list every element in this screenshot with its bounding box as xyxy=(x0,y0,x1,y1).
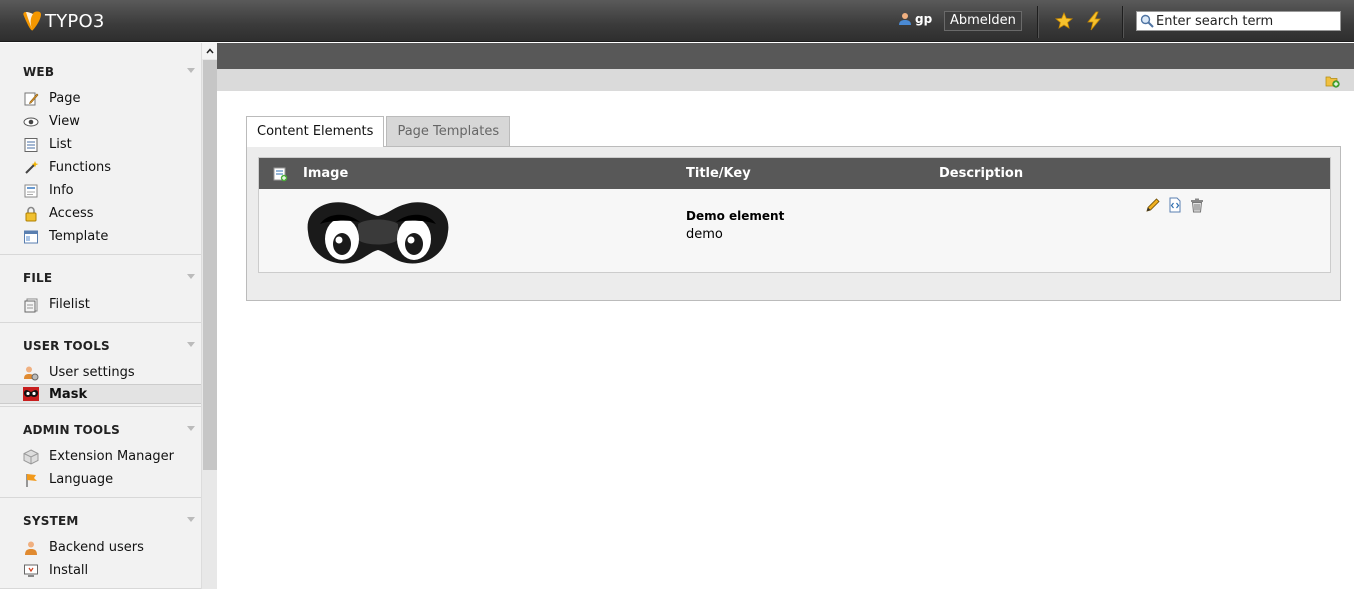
language-icon xyxy=(23,472,39,488)
menu-item-list[interactable]: List xyxy=(0,133,201,156)
module-menu: WEB Page View List Functions Info Access… xyxy=(0,43,201,589)
logo-text: TYPO3 xyxy=(45,10,105,32)
menu-group-system: SYSTEM Backend users Install xyxy=(0,498,201,589)
eye-icon xyxy=(23,114,39,130)
table-header: Image Title/Key Description xyxy=(259,158,1330,189)
menu-group-header[interactable]: SYSTEM xyxy=(0,498,201,536)
new-folder-icon[interactable] xyxy=(1325,74,1340,88)
username: gp xyxy=(915,12,933,26)
menu-item-install[interactable]: Install xyxy=(0,559,201,582)
list-icon xyxy=(23,137,39,153)
row-actions xyxy=(1145,197,1205,213)
menu-group-user-tools: USER TOOLS User settings Mask xyxy=(0,323,201,407)
scrollbar-thumb[interactable] xyxy=(203,60,217,470)
mask-icon xyxy=(23,386,39,402)
tab-panel: Image Title/Key Description Demo element… xyxy=(246,146,1341,301)
menu-item-access[interactable]: Access xyxy=(0,202,201,225)
menu-item-extension-manager[interactable]: Extension Manager xyxy=(0,445,201,468)
user-icon xyxy=(899,13,911,25)
collapse-arrow-icon[interactable] xyxy=(187,517,195,522)
menu-item-functions[interactable]: Functions xyxy=(0,156,201,179)
typo3-logo[interactable]: TYPO3 xyxy=(22,7,104,35)
wand-icon xyxy=(23,160,39,176)
menu-item-user-settings[interactable]: User settings xyxy=(0,361,201,384)
show-html-icon[interactable] xyxy=(1167,197,1183,213)
column-header-title-key: Title/Key xyxy=(686,166,751,181)
menu-group-header[interactable]: WEB xyxy=(0,43,201,87)
scroll-up-arrow-icon[interactable] xyxy=(202,43,218,59)
menu-group-header[interactable]: USER TOOLS xyxy=(0,323,201,361)
search-box[interactable] xyxy=(1136,11,1341,31)
collapse-arrow-icon[interactable] xyxy=(187,274,195,279)
user-menu[interactable]: gp xyxy=(898,12,932,26)
column-header-description: Description xyxy=(939,166,1024,181)
menu-group-header[interactable]: ADMIN TOOLS xyxy=(0,407,201,445)
toolbar-divider xyxy=(1122,6,1123,38)
template-icon xyxy=(23,229,39,245)
typo3-logo-icon xyxy=(23,11,41,31)
tab-page-templates[interactable]: Page Templates xyxy=(386,116,511,146)
tab-content-elements[interactable]: Content Elements xyxy=(246,116,385,147)
menu-item-language[interactable]: Language xyxy=(0,468,201,491)
doc-header xyxy=(217,43,1354,69)
menu-group-file: FILE Filelist xyxy=(0,255,201,323)
lock-icon xyxy=(23,206,39,222)
search-input[interactable] xyxy=(1154,12,1334,30)
menu-item-mask[interactable]: Mask xyxy=(0,384,201,404)
new-element-icon[interactable] xyxy=(273,167,288,182)
filelist-icon xyxy=(23,297,39,313)
menu-item-filelist[interactable]: Filelist xyxy=(0,293,201,316)
collapse-arrow-icon[interactable] xyxy=(187,426,195,431)
info-icon xyxy=(23,183,39,199)
element-title: Demo element xyxy=(686,209,785,223)
install-icon xyxy=(23,563,39,579)
top-bar: TYPO3 gp Abmelden xyxy=(0,0,1354,42)
clear-cache-bolt-icon[interactable] xyxy=(1085,11,1103,31)
menu-item-template[interactable]: Template xyxy=(0,225,201,248)
sidebar-scrollbar[interactable] xyxy=(201,43,218,589)
menu-item-page[interactable]: Page xyxy=(0,87,201,110)
delete-trash-icon[interactable] xyxy=(1189,197,1205,213)
module-content: Content Elements Page Templates Image Ti… xyxy=(222,91,1354,589)
menu-item-view[interactable]: View xyxy=(0,110,201,133)
element-key: demo xyxy=(686,227,723,242)
menu-item-backend-users[interactable]: Backend users xyxy=(0,536,201,559)
collapse-arrow-icon[interactable] xyxy=(187,68,195,73)
menu-group-admin-tools: ADMIN TOOLS Extension Manager Language xyxy=(0,407,201,498)
user-settings-icon xyxy=(23,365,39,381)
doc-header-toolbar xyxy=(217,69,1354,91)
page-edit-icon xyxy=(23,91,39,107)
menu-group-header[interactable]: FILE xyxy=(0,255,201,293)
edit-pencil-icon[interactable] xyxy=(1145,197,1161,213)
logout-button[interactable]: Abmelden xyxy=(944,11,1022,31)
backend-users-icon xyxy=(23,540,39,556)
collapse-arrow-icon[interactable] xyxy=(187,342,195,347)
menu-item-info[interactable]: Info xyxy=(0,179,201,202)
tab-bar: Content Elements Page Templates xyxy=(246,116,511,147)
toolbar-divider xyxy=(1037,6,1038,38)
mask-preview-image xyxy=(307,202,449,264)
extension-icon xyxy=(23,448,39,465)
bookmark-star-icon[interactable] xyxy=(1055,12,1073,30)
table-row: Demo element demo xyxy=(259,189,1330,273)
menu-group-web: WEB Page View List Functions Info Access… xyxy=(0,43,201,255)
column-header-image: Image xyxy=(303,166,349,181)
content-elements-table: Image Title/Key Description Demo element… xyxy=(258,157,1331,273)
search-icon xyxy=(1140,14,1154,28)
